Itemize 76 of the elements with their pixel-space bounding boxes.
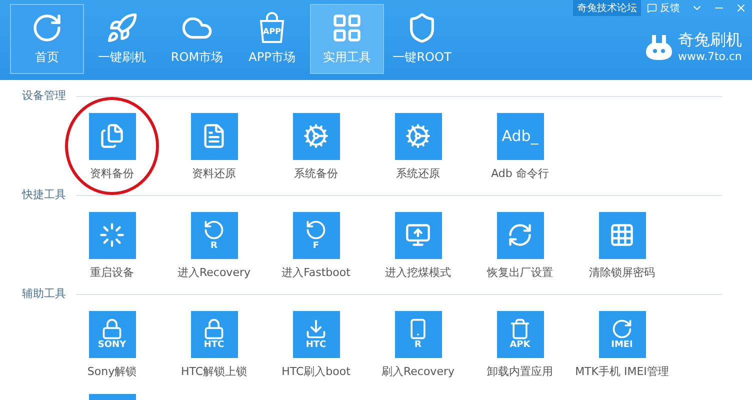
- tool-tile[interactable]: [394, 212, 442, 258]
- tool-tile[interactable]: [292, 112, 340, 160]
- tool-label: 进入Recovery: [177, 264, 250, 280]
- tool-label: 刷入Recovery: [381, 364, 454, 380]
- tile-glyph: SONY: [98, 341, 126, 350]
- section-title: 辅助工具: [22, 286, 66, 302]
- refresh-icon: [507, 222, 533, 248]
- tool-label: 系统还原: [396, 166, 440, 182]
- tile-glyph: APK: [510, 341, 530, 350]
- tool-label: 重启设备: [90, 264, 134, 280]
- tool-tile[interactable]: APK: [496, 310, 544, 358]
- tile-glyph: R: [414, 341, 422, 350]
- nav-tab[interactable]: 实用工具: [310, 4, 384, 74]
- tool-label: HTC解锁上锁: [180, 364, 248, 380]
- tool-label: 清除锁屏密码: [589, 264, 655, 280]
- tool-label: 进入挖煤模式: [385, 264, 451, 280]
- gear-icon: [303, 123, 329, 149]
- tool-tile[interactable]: [394, 112, 442, 160]
- download-icon: [305, 318, 327, 340]
- tool-label: 系统备份: [294, 166, 338, 182]
- rocket-icon: [106, 12, 138, 44]
- circular-arrow-icon: [203, 219, 225, 241]
- section-title: 快捷工具: [22, 187, 66, 203]
- nav-tab[interactable]: ROM市场: [160, 4, 234, 74]
- screen-icon: [405, 222, 431, 248]
- forum-link[interactable]: 奇兔技术论坛: [573, 0, 641, 16]
- lock-icon: [203, 318, 225, 340]
- tool-tile[interactable]: HTC: [292, 310, 340, 358]
- bin-icon: [509, 318, 531, 340]
- section-title: 设备管理: [22, 88, 66, 104]
- spinner-icon: [99, 222, 125, 248]
- tool-label: Adb 命令行: [491, 166, 549, 182]
- tool-tile[interactable]: [598, 212, 646, 258]
- circular-arrow-icon: [305, 219, 327, 241]
- tool-tile[interactable]: IMEI: [598, 310, 646, 358]
- tool-tile[interactable]: R: [394, 310, 442, 358]
- tool-tile[interactable]: [88, 212, 136, 258]
- tool-tile[interactable]: SONY: [88, 310, 136, 358]
- rabbit-logo-icon: [644, 32, 674, 61]
- refresh-icon: [31, 12, 63, 44]
- documents-icon: [99, 123, 125, 149]
- tool-label: Sony解锁: [87, 364, 137, 380]
- tool-tile[interactable]: [496, 212, 544, 258]
- circular-arrow-icon: [611, 318, 633, 340]
- tool-label: 资料备份: [90, 166, 134, 182]
- logo-name: 奇兔刷机: [678, 30, 742, 50]
- tool-label: MTK手机 IMEI管理: [575, 364, 669, 380]
- tile-glyph: R: [210, 242, 218, 251]
- tool-tile[interactable]: F: [292, 212, 340, 258]
- tool-label: 卸载内置应用: [487, 364, 553, 380]
- tile-glyph: HTC: [204, 341, 224, 350]
- nav-tab[interactable]: APP APP市场: [235, 4, 309, 74]
- nav-tab[interactable]: 一键ROOT: [385, 4, 459, 74]
- nav-tab[interactable]: 一键刷机: [85, 4, 159, 74]
- tool-tile[interactable]: [88, 112, 136, 160]
- nav-tab[interactable]: 首页: [10, 4, 84, 74]
- tool-tile[interactable]: HTC: [190, 310, 238, 358]
- tile-glyph: F: [312, 242, 320, 251]
- dot-grid-icon: [609, 222, 635, 248]
- feedback-link[interactable]: 反馈: [641, 0, 686, 16]
- tool-tile[interactable]: Adb_: [496, 112, 544, 160]
- grid-icon: [331, 12, 363, 44]
- logo-url: www.7to.cn: [678, 50, 742, 64]
- speech-bubble-icon: [647, 3, 657, 13]
- tool-label: HTC刷入boot: [282, 364, 350, 380]
- tile-glyph: Adb_: [502, 128, 538, 144]
- gear-icon: [405, 123, 431, 149]
- tool-label: 进入Fastboot: [282, 264, 350, 280]
- tile-glyph: HTC: [306, 341, 326, 350]
- feedback-label: 反馈: [660, 2, 680, 16]
- tool-tile[interactable]: [190, 112, 238, 160]
- lock-icon: [101, 318, 123, 340]
- tile-glyph: IMEI: [611, 341, 633, 350]
- tool-label: 恢复出厂设置: [487, 264, 553, 280]
- tool-tile[interactable]: R: [190, 212, 238, 258]
- tool-label: 资料还原: [192, 166, 236, 182]
